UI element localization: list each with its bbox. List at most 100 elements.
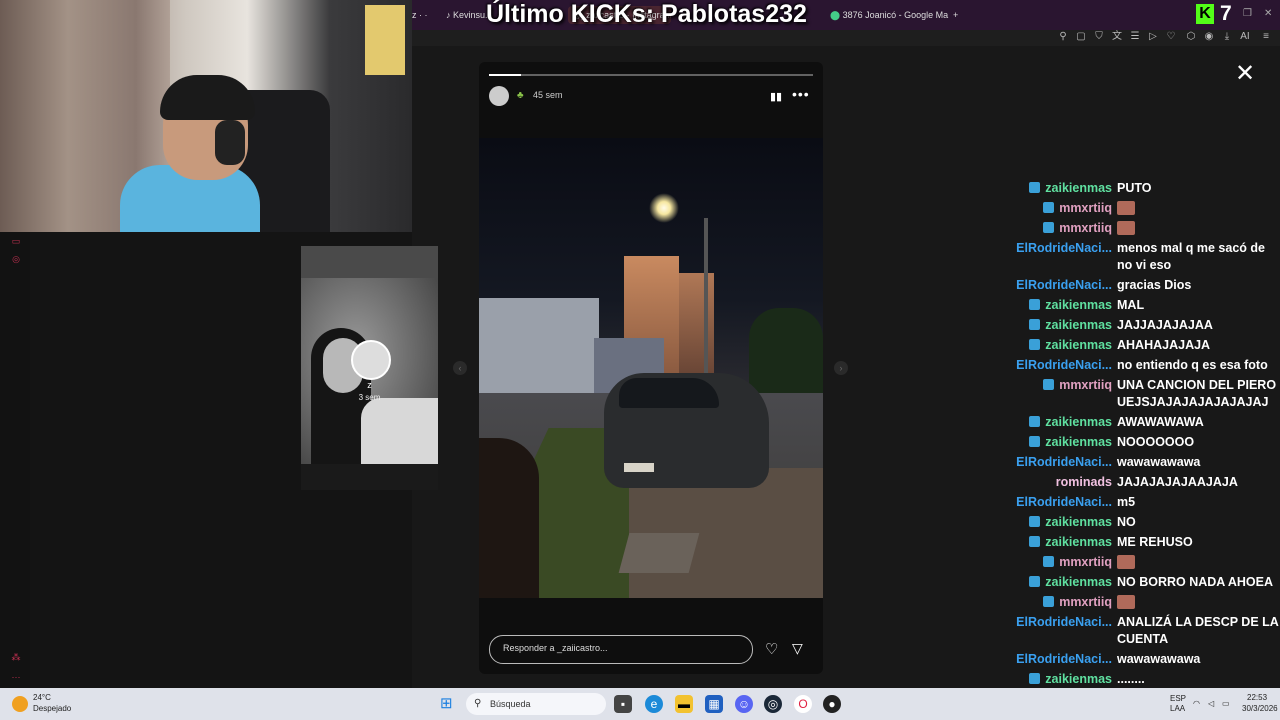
edge-icon[interactable]: e [645,695,663,713]
sidebar-icon-1[interactable]: ▭ [10,236,22,248]
chat-username[interactable]: ElRodrideNaci... [1016,358,1112,372]
new-tab-button[interactable]: + [953,6,963,24]
search-label: Búsqueda [490,699,531,709]
story-thumbnail-prev[interactable]: z 3 sem [301,246,438,464]
chat-username[interactable]: zaikienmas [1045,435,1112,449]
chat-username[interactable]: zaikienmas [1045,318,1112,332]
subscriber-badge-icon [1029,299,1040,310]
close-window-icon[interactable]: ✕ [1264,8,1272,19]
sidebar-more-icon[interactable]: ··· [10,672,22,684]
chat-message-text-cont: no vi eso [1117,258,1172,272]
chat-username[interactable]: mmxrtiiq [1059,378,1112,392]
chat-username[interactable]: ElRodrideNaci... [1016,278,1112,292]
subscriber-badge-icon [1029,182,1040,193]
send-icon[interactable]: ▽ [792,640,803,657]
subscriber-badge-icon [1029,576,1040,587]
store-icon[interactable]: ▦ [705,695,723,713]
subscriber-badge-icon [1043,556,1054,567]
chat-username[interactable]: mmxrtiiq [1059,221,1112,235]
chat-username[interactable]: ElRodrideNaci... [1016,615,1112,629]
taskbar-search[interactable]: ⚲ Búsqueda [466,693,606,715]
map-pin-icon: ⬤ [830,10,843,20]
chat-username[interactable]: zaikienmas [1045,298,1112,312]
chat-message-text: AWAWAWAWA [1117,415,1204,429]
steam-icon[interactable]: ◎ [764,695,782,713]
tab-google-maps[interactable]: ⬤ 3876 Joanicó - Google Ma [830,6,950,24]
chat-username[interactable]: ElRodrideNaci... [1016,455,1112,469]
windows-taskbar: 24°C Despejado ⊞ ⚲ Búsqueda ▪ e ▬ ▦ ☺ ◎ … [0,688,1280,720]
subscriber-badge-icon [1029,319,1040,330]
streamer-hair [160,75,255,120]
chat-username[interactable]: zaikienmas [1045,338,1112,352]
subscriber-badge-icon [1029,416,1040,427]
reader-icon[interactable]: ☰ [1129,31,1141,43]
chat-username[interactable]: ElRodrideNaci... [1016,652,1112,666]
emote-icon [1117,201,1135,215]
pause-icon[interactable]: ▮▮ [770,90,782,103]
menu-icon[interactable]: ≡ [1260,31,1272,43]
thumbnail-avatar [351,340,391,380]
chat-username[interactable]: zaikienmas [1045,672,1112,686]
chat-username[interactable]: ElRodrideNaci... [1016,241,1112,255]
shield-icon[interactable]: ⛉ [1093,31,1105,43]
screenshot-icon[interactable]: ▢ [1075,31,1087,43]
download-icon[interactable]: ⤓ [1221,31,1233,43]
weather-moon-icon[interactable] [12,696,28,712]
thumbnail-footer [301,464,438,490]
emote-icon [1117,555,1135,569]
more-options-icon[interactable]: ••• [792,86,810,102]
chat-username[interactable]: ElRodrideNaci... [1016,495,1112,509]
chat-username[interactable]: zaikienmas [1045,575,1112,589]
story-avatar[interactable] [489,86,509,106]
heart-icon[interactable]: ♡ [1165,31,1177,43]
discord-icon[interactable]: ☺ [735,695,753,713]
restore-icon[interactable]: ❐ [1243,8,1252,19]
photo-car-window [619,378,719,408]
previous-story-button[interactable]: ‹ [453,361,467,375]
chat-message-text: no entiendo q es esa foto [1117,358,1268,372]
volume-icon[interactable]: ◁ [1208,699,1214,708]
chat-username[interactable]: rominads [1056,475,1112,489]
chat-message-text: NO BORRO NADA AHOEA [1117,575,1274,589]
photo-tree [749,308,823,398]
next-story-button[interactable]: › [834,361,848,375]
ai-icon[interactable]: AI [1239,31,1251,43]
kick-logo-icon: K [1196,4,1214,24]
wifi-icon[interactable]: ◠ [1193,699,1200,708]
thumbnail-header [301,246,438,278]
tab-label: 3876 Joanicó - Google Ma [842,10,949,20]
chat-username[interactable]: mmxrtiiq [1059,595,1112,609]
reply-input[interactable]: Responder a _zaiicastro... [489,635,753,664]
chat-username[interactable]: zaikienmas [1045,535,1112,549]
sidebar-icon-2[interactable]: ◎ [10,254,22,266]
close-story-icon[interactable]: ✕ [1235,62,1255,86]
sidebar-icon-3[interactable]: ⁂ [10,652,22,664]
chat-username[interactable]: zaikienmas [1045,515,1112,529]
translate-icon[interactable]: 文 [1111,31,1123,43]
chat-username[interactable]: mmxrtiiq [1059,201,1112,215]
bookmark-icon[interactable]: ⚲ [1057,31,1069,43]
opera-icon[interactable]: O [794,695,812,713]
kick-count: 7 [1220,2,1232,25]
chat-message-text: wawawawawa [1117,455,1201,469]
clock-time[interactable]: 22:53 [1247,693,1267,702]
play-icon[interactable]: ▷ [1147,31,1159,43]
tab-1[interactable]: z · · [412,6,440,24]
profile-icon[interactable]: ◉ [1203,31,1215,43]
chat-username[interactable]: zaikienmas [1045,181,1112,195]
chat-message-text: JAJJAJAJAJAA [1117,318,1213,332]
chat-message-text: NOOOOOOO [1117,435,1195,449]
task-view-icon[interactable]: ▪ [614,695,632,713]
chat-message-text: MAL [1117,298,1145,312]
extension-icon[interactable]: ⬡ [1185,31,1197,43]
battery-icon[interactable]: ▭ [1222,699,1230,708]
obs-icon[interactable]: ● [823,695,841,713]
windows-start-icon[interactable]: ⊞ [440,696,456,712]
file-explorer-icon[interactable]: ▬ [675,695,693,713]
language-indicator[interactable]: ESP [1170,694,1186,703]
chat-username[interactable]: zaikienmas [1045,415,1112,429]
like-heart-icon[interactable]: ♡ [765,640,778,658]
subscriber-badge-icon [1029,536,1040,547]
chat-message-text: NO [1117,515,1136,529]
chat-username[interactable]: mmxrtiiq [1059,555,1112,569]
